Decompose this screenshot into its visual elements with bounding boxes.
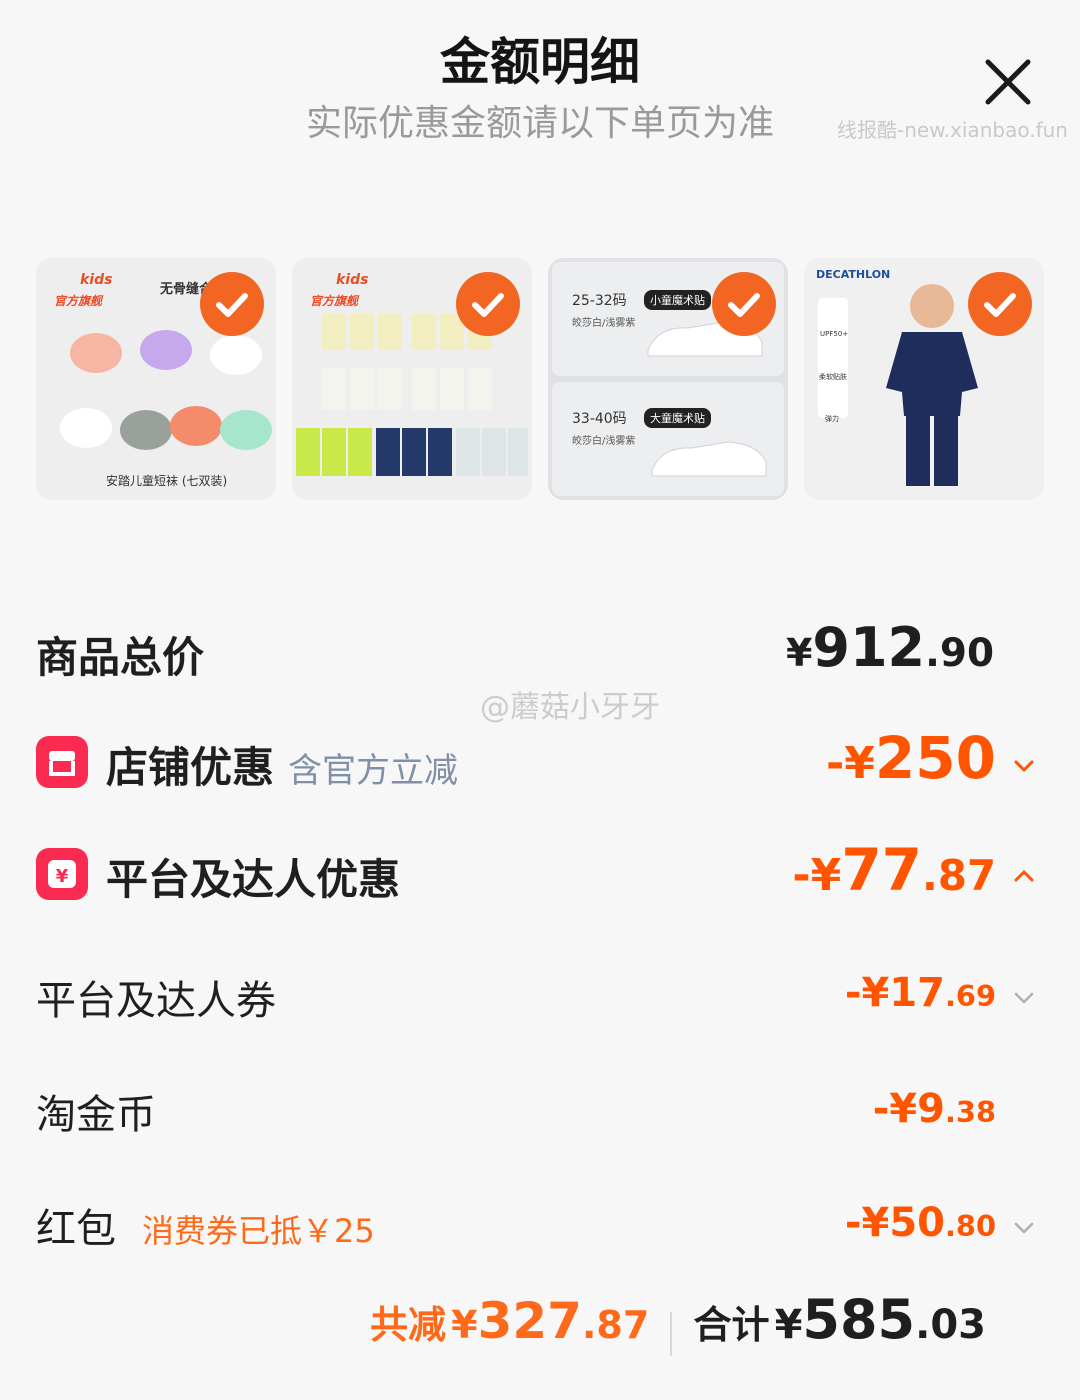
red-packet-dec: .80: [944, 1209, 996, 1243]
coins-int: 9: [917, 1086, 945, 1132]
selected-check[interactable]: [456, 272, 520, 336]
total-price-label: 商品总价: [36, 633, 205, 682]
size-tag-small: 小童魔术贴: [644, 290, 711, 310]
chevron-down-icon: [1014, 992, 1034, 1004]
red-packet-title: 红包: [36, 1206, 116, 1252]
color-name-small: 皎莎白/浅雾紫: [572, 318, 636, 329]
product-thumbnail-swimsuit[interactable]: DECATHLON UPF50+ 柔软贴肤 弹力: [804, 258, 1044, 500]
saved-int: 327: [477, 1292, 582, 1350]
store-discount-int: 250: [874, 724, 996, 792]
color-name-large: 皎莎白/浅雾紫: [572, 436, 636, 447]
red-packet-value: -¥50.80: [845, 1200, 996, 1246]
selected-check[interactable]: [200, 272, 264, 336]
platform-discount-dec: .87: [922, 851, 996, 900]
summary-line: 共减 ¥327.87 合计 ¥585.03: [370, 1288, 986, 1356]
chevron-up-icon: [1014, 870, 1034, 882]
store-discount-sub: 含官方立减: [288, 751, 459, 791]
total-price-dec: .90: [925, 631, 994, 676]
brand-logo: kids: [80, 272, 113, 288]
check-icon: [984, 293, 1016, 317]
saved-dec: .87: [581, 1303, 650, 1347]
brand-logo: DECATHLON: [816, 268, 891, 281]
currency-symbol: ¥: [785, 631, 813, 675]
total-int: 585: [802, 1288, 916, 1351]
product-thumbnail-shoes[interactable]: 25-32码 小童魔术贴 皎莎白/浅雾紫 33-40码 大童魔术贴 皎莎白/浅雾…: [548, 258, 788, 500]
store-icon: [36, 736, 88, 788]
store-discount-value: -¥250: [826, 724, 996, 792]
currency-symbol: ¥: [774, 1302, 803, 1348]
coins-value: -¥9.38: [873, 1086, 996, 1132]
total-price-int: 912: [812, 616, 926, 679]
expand-red-packet[interactable]: [1010, 1214, 1038, 1242]
product-list: kids 官方旗舰 无骨缝合 安踏儿童短袜 (七双装) kids 官方旗舰 25…: [36, 258, 1046, 502]
platform-discount-int: 77: [841, 836, 923, 904]
coupon-value: -¥17.69: [845, 970, 996, 1016]
page-title: 金额明细: [440, 33, 640, 91]
divider: [670, 1311, 673, 1356]
selected-check[interactable]: [968, 272, 1032, 336]
svg-text:¥: ¥: [56, 866, 69, 887]
row-store-discount[interactable]: 店铺优惠 含官方立减 -¥250: [36, 724, 1046, 804]
total-saved-label: 共减: [370, 1303, 447, 1347]
minus-currency: -¥: [826, 738, 875, 789]
chevron-down-icon: [1014, 1222, 1034, 1234]
feature-stretch: 弹力: [825, 415, 839, 423]
product-thumbnail-socks-variants[interactable]: kids 官方旗舰: [292, 258, 532, 500]
check-icon: [728, 293, 760, 317]
feature-upf: UPF50+: [820, 330, 849, 338]
minus-currency: -¥: [844, 970, 890, 1016]
close-icon: [985, 59, 1031, 105]
row-platform-discount[interactable]: ¥ 平台及达人优惠 -¥77.87: [36, 836, 1046, 916]
store-discount-label: 店铺优惠 含官方立减: [106, 734, 458, 795]
brand-logo: kids: [336, 272, 369, 288]
row-coins: 淘金币 -¥9.38: [36, 1072, 1046, 1152]
expand-store-discount[interactable]: [1010, 752, 1038, 780]
row-platform-coupon[interactable]: 平台及达人券 -¥17.69: [36, 956, 1046, 1036]
product-caption: 安踏儿童短袜 (七双装): [106, 474, 228, 488]
coins-dec: .38: [944, 1095, 996, 1129]
platform-icon: ¥: [36, 848, 88, 900]
red-packet-label: 红包 消费券已抵￥25: [36, 1196, 375, 1254]
minus-currency: -¥: [872, 1086, 918, 1132]
platform-discount-label: 平台及达人优惠: [106, 855, 401, 904]
platform-discount-value: -¥77.87: [792, 836, 996, 904]
close-button[interactable]: [978, 52, 1038, 112]
header: 金额明细 实际优惠金额请以下单页为准 线报酷-new.xianbao.fun: [0, 0, 1080, 150]
product-thumbnail-socks-7pack[interactable]: kids 官方旗舰 无骨缝合 安踏儿童短袜 (七双装): [36, 258, 276, 500]
minus-currency: -¥: [792, 850, 842, 901]
total-saved-value: ¥327.87: [451, 1292, 649, 1350]
size-range-small: 25-32码: [572, 293, 627, 309]
total-dec: .03: [915, 1302, 986, 1348]
total-price-value: ¥912.90: [786, 616, 994, 679]
check-icon: [216, 293, 248, 317]
coupon-int: 17: [889, 970, 945, 1016]
row-red-packet[interactable]: 红包 消费券已抵￥25 -¥50.80: [36, 1186, 1046, 1266]
coupon-dec: .69: [944, 979, 996, 1013]
feature-soft: 柔软贴肤: [819, 373, 847, 381]
size-range-large: 33-40码: [572, 411, 627, 427]
brand-store-label: 官方旗舰: [310, 294, 359, 308]
expand-coupon[interactable]: [1010, 984, 1038, 1012]
footer-summary: 共减 ¥327.87 合计 ¥585.03: [0, 1288, 1080, 1378]
selected-check[interactable]: [712, 272, 776, 336]
overlay-mark: @蘑菇小牙牙: [480, 690, 660, 725]
watermark: 线报酷-new.xianbao.fun: [837, 118, 1068, 142]
coins-label: 淘金币: [36, 1092, 156, 1138]
check-icon: [472, 293, 504, 317]
currency-symbol: ¥: [451, 1303, 478, 1347]
brand-store-label: 官方旗舰: [54, 294, 103, 308]
red-packet-int: 50: [889, 1200, 945, 1246]
store-discount-title: 店铺优惠: [106, 743, 275, 792]
red-packet-note: 消费券已抵￥25: [142, 1212, 375, 1250]
coupon-label: 平台及达人券: [36, 978, 276, 1024]
grand-total-value: ¥585.03: [775, 1288, 986, 1351]
minus-currency: -¥: [844, 1200, 890, 1246]
chevron-down-icon: [1014, 760, 1034, 772]
grand-total-label: 合计: [693, 1303, 770, 1347]
collapse-platform-discount[interactable]: [1010, 862, 1038, 890]
size-tag-large: 大童魔术贴: [644, 408, 711, 428]
